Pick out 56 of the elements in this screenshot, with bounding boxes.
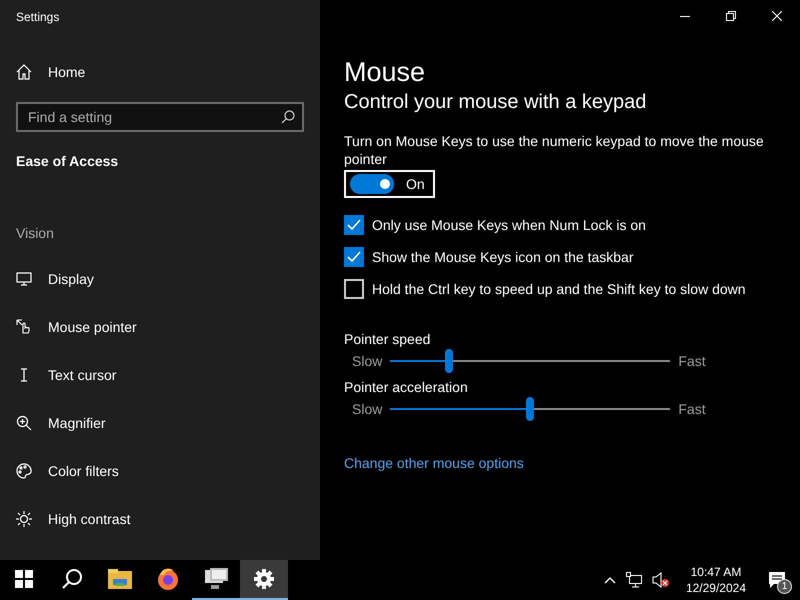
checkmark-icon (347, 219, 361, 231)
sidebar-item[interactable]: Mouse pointer (0, 303, 320, 351)
search-field[interactable]: Find a setting (16, 102, 304, 132)
computer-icon (203, 567, 229, 591)
slider-label: Pointer acceleration (344, 379, 469, 395)
section-heading: Ease of Access (15, 152, 120, 171)
slider-min-label: Slow (352, 353, 382, 369)
notification-button[interactable]: 1 (762, 565, 792, 595)
slider-min-label: Slow (352, 401, 382, 417)
slider-thumb[interactable] (526, 397, 534, 421)
mouse-keys-toggle[interactable]: On (344, 170, 435, 198)
fox-globe-icon (156, 567, 180, 591)
muted-speaker-icon[interactable] (652, 572, 670, 588)
page-title: Mouse (344, 56, 426, 88)
sidebar-item[interactable]: Text cursor (0, 351, 320, 399)
page-subtitle: Control your mouse with a keypad (344, 90, 648, 115)
sidebar-item[interactable]: Color filters (0, 447, 320, 495)
home-nav-item[interactable]: Home (0, 48, 320, 96)
close-icon (772, 11, 782, 21)
home-icon (16, 64, 32, 80)
checkbox-label: Show the Mouse Keys icon on the taskbar (372, 249, 634, 265)
window-title: Settings (15, 9, 60, 26)
checkbox-label: Only use Mouse Keys when Num Lock is on (372, 217, 646, 233)
checkbox[interactable] (344, 247, 364, 267)
clock[interactable]: 10:47 AM 12/29/2024 (680, 564, 752, 596)
monitor-icon (16, 271, 32, 287)
restore-icon (726, 11, 736, 21)
windows-logo-icon (15, 570, 33, 588)
group-heading: Vision (15, 224, 55, 243)
magnifier-icon (16, 415, 32, 431)
checkbox[interactable] (344, 215, 364, 235)
network-icon[interactable] (626, 572, 642, 588)
checkmark-icon (347, 251, 361, 263)
mouse-options-link[interactable]: Change other mouse options (344, 455, 524, 471)
slider-thumb[interactable] (445, 349, 454, 373)
notification-badge: 1 (777, 579, 792, 594)
search-icon (61, 568, 83, 590)
description: Turn on Mouse Keys to use the numeric keypad to move the mouse pointer (344, 132, 765, 168)
search-icon (281, 110, 295, 124)
slider-track[interactable] (390, 397, 670, 421)
sidebar-item[interactable]: Display (0, 255, 320, 303)
sun-icon (16, 511, 32, 527)
chevron-up-icon[interactable] (604, 576, 616, 584)
gear-icon (253, 568, 275, 590)
checkbox[interactable] (344, 279, 364, 299)
slider-max-label: Fast (678, 401, 706, 417)
taskbar-button[interactable] (240, 560, 288, 600)
sidebar-item[interactable]: High contrast (0, 495, 320, 543)
slider-max-label: Fast (678, 353, 706, 369)
palette-icon (16, 463, 32, 479)
slider-label: Pointer speed (344, 331, 432, 347)
folder-icon (108, 569, 132, 589)
sidebar-item[interactable]: Magnifier (0, 399, 320, 447)
hand-pointer-icon (16, 319, 32, 335)
slider-track[interactable] (390, 349, 670, 373)
checkbox-label: Hold the Ctrl key to speed up and the Shift key to slow down (372, 281, 746, 297)
